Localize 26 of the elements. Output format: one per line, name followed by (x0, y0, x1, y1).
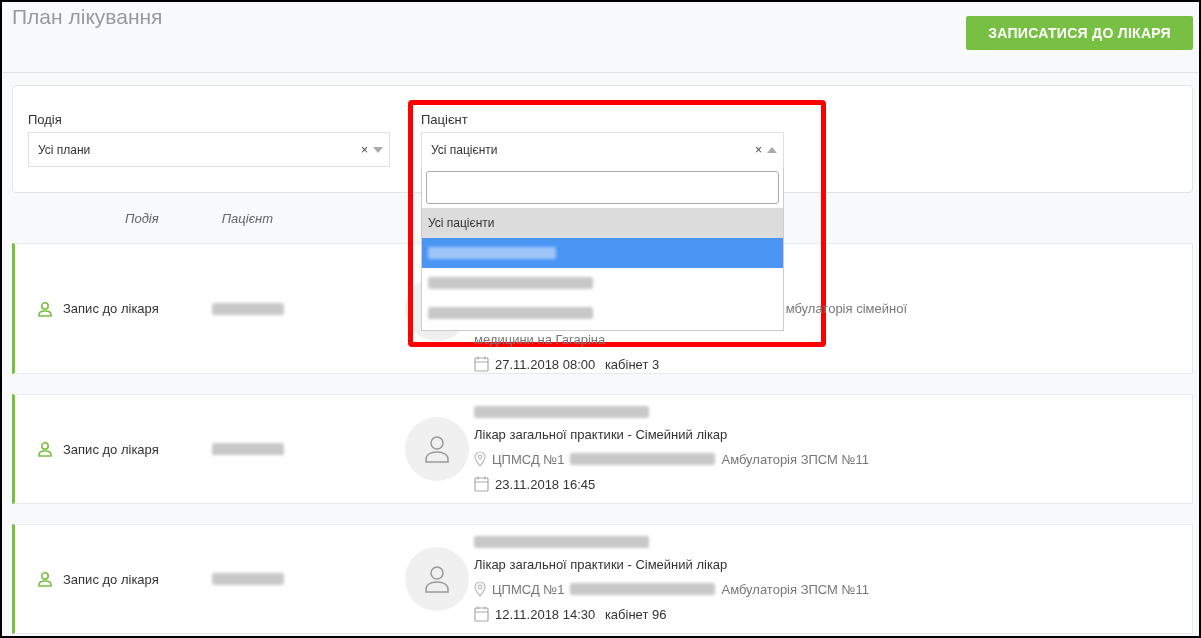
room-number: кабінет 96 (603, 606, 667, 622)
page-title: План лікування (12, 5, 163, 29)
doctor-specialty: Лікар загальної практики - Сімейний лікар (474, 427, 728, 442)
appointment-card[interactable]: Запис до лікаря Лікар загальної практики - Сімейний лікар ЦПМСД №1 Амбулаторія ЗПСМ №11 23.11.2018 16:45 (12, 394, 1193, 504)
clinic-address: Амбулаторія ЗПСМ №11 (721, 451, 869, 467)
event-type: Запис до лікаря (63, 571, 159, 587)
clinic-address: ЦПМСД №1 (492, 451, 565, 467)
clear-icon[interactable]: × (361, 142, 368, 157)
clinic-address: ЦПМСД №1 (492, 581, 565, 597)
dropdown-option[interactable]: Усі пацієнти (422, 208, 783, 238)
filter-label: Пацієнт (421, 112, 469, 127)
filter-label: Подія (28, 112, 63, 127)
appointment-date: 27.11.2018 08:00 (495, 356, 596, 372)
column-header: Пацієнт (221, 210, 274, 226)
clear-icon[interactable]: × (755, 142, 762, 157)
room-number: кабінет 3 (603, 356, 660, 372)
appointment-card[interactable]: Запис до лікаря Лікар загальної практики - Сімейний лікар ЦПМСД №1 Амбулаторія ЗПСМ №11 12.11.2018 14:30 кабінет 96 (12, 524, 1193, 634)
event-type: Запис до лікаря (63, 301, 159, 316)
doctor-specialty: Лікар загальної практики - Сімейний лікар (474, 557, 728, 572)
appointment-date: 23.11.2018 16:45 (495, 476, 596, 492)
column-header: Подія (125, 210, 159, 226)
filter-select[interactable]: Усі пацієнти × (421, 132, 784, 167)
appointment-date: 12.11.2018 14:30 (495, 606, 596, 622)
filter-select[interactable]: Усі плани × (28, 132, 390, 167)
event-type: Запис до лікаря (63, 441, 159, 457)
clinic-address: Амбулаторія ЗПСМ №11 (721, 581, 869, 597)
